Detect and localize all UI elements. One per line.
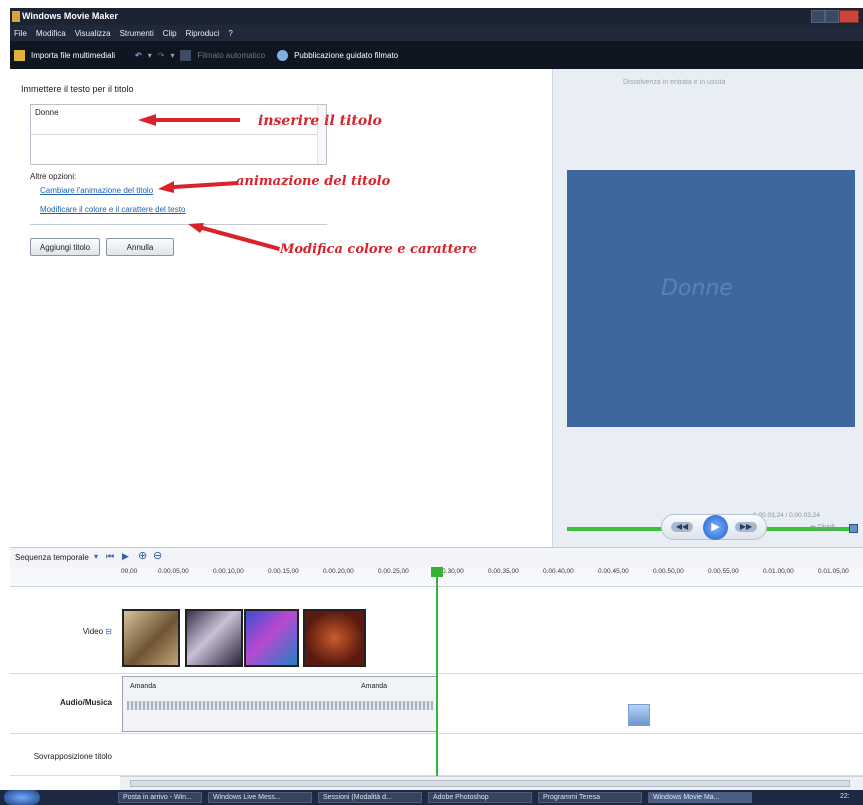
menu-clip[interactable]: Clip — [163, 29, 177, 38]
menu-file[interactable]: File — [14, 29, 27, 38]
taskbar-item-moviemaker[interactable]: Windows Movie Ma... — [648, 792, 752, 803]
scrollbar-thumb[interactable] — [130, 780, 850, 787]
close-button[interactable] — [839, 10, 859, 23]
ruler-tick: 0.00.20,00 — [323, 568, 354, 575]
menu-bar: File Modifica Visualizza Strumenti Clip … — [10, 25, 863, 41]
view-dropdown-icon[interactable]: ▾ — [94, 552, 98, 561]
audio-track-label: Audio/Musica — [59, 698, 112, 707]
next-frame-button[interactable]: ▶▶ — [735, 522, 757, 532]
playhead-handle[interactable] — [431, 567, 443, 577]
video-clip-1[interactable] — [122, 609, 180, 667]
split-icon: ⇹ — [810, 524, 818, 531]
ruler-tick: 00,00 — [121, 568, 138, 575]
movie-maker-app-icon — [12, 11, 20, 22]
ruler-tick: 0.00.25,00 — [378, 568, 409, 575]
video-track-label: Video ⊟ — [82, 627, 112, 636]
playback-controls: ◀◀ ▶ ▶▶ — [661, 514, 767, 540]
publish-icon — [277, 49, 289, 61]
ruler-tick: 0.00.50,00 — [653, 568, 684, 575]
preview-title-text: Donne — [661, 276, 733, 301]
taskbar-item-sessions[interactable]: Sessioni (Modalità d... — [318, 792, 422, 803]
menu-riproduci[interactable]: Riproduci — [186, 29, 220, 38]
annotation-color-font: Modifica colore e carattere — [280, 242, 478, 257]
zoom-in-icon[interactable]: ⊕ — [138, 549, 147, 562]
video-clip-2[interactable] — [185, 609, 243, 667]
redo-icon[interactable]: ↷ — [158, 51, 165, 60]
audio-clip[interactable]: Amanda Amanda — [122, 676, 438, 732]
arrow-to-animation-link — [158, 181, 238, 193]
window-title: Windows Movie Maker — [22, 11, 118, 21]
audio-clip-label-1: Amanda — [130, 683, 157, 690]
annotation-arrows — [138, 114, 280, 251]
ruler-tick: 0.00.15,00 — [268, 568, 299, 575]
zoom-out-icon[interactable]: ⊖ — [153, 549, 162, 562]
play-button[interactable]: ▶ — [703, 515, 728, 540]
arrow-to-title-field — [138, 114, 240, 126]
maximize-button[interactable] — [825, 10, 839, 23]
video-clip-3[interactable] — [244, 609, 299, 667]
drop-placeholder-icon — [628, 704, 650, 726]
automovie-icon — [180, 49, 192, 61]
timeline-toolbar: Sequenza temporale ▾ ⏮ ▶ ⊕ ⊖ — [10, 547, 863, 567]
playhead-line[interactable] — [436, 568, 438, 776]
toolbar: Importa file multimediali ↶ ▾ ↷ ▾ Filmat… — [10, 41, 863, 69]
window-controls — [811, 10, 859, 23]
annotation-title-animation: animazione del titolo — [236, 174, 391, 189]
window-title-bar: Windows Movie Maker — [10, 8, 863, 25]
ruler-tick: 0.00.55,00 — [708, 568, 739, 575]
ruler-tick: 0.01.05,00 — [818, 568, 849, 575]
undo-icon[interactable]: ↶ — [135, 51, 142, 60]
annotation-insert-title: inserire il titolo — [258, 113, 382, 129]
publish-movie-button[interactable]: Pubblicazione guidato filmato — [294, 51, 398, 60]
preview-panel: Dissolvenza in entrata e in uscita Donne… — [553, 69, 863, 547]
start-button[interactable] — [4, 790, 40, 805]
automovie-button[interactable]: Filmato automatico — [197, 51, 265, 60]
import-media-button[interactable]: Importa file multimediali — [31, 51, 115, 60]
ruler-tick: 0.00.45,00 — [598, 568, 629, 575]
ruler-tick: 0.00.05,00 — [158, 568, 189, 575]
taskbar-item-messenger[interactable]: Windows Live Mess... — [208, 792, 312, 803]
timeline-scrollbar[interactable] — [120, 776, 863, 790]
title-task-panel: Immettere il testo per il titolo Donne A… — [10, 69, 553, 547]
menu-help[interactable]: ? — [228, 29, 232, 38]
play-timeline-icon[interactable]: ▶ — [122, 551, 129, 562]
windows-taskbar: Posta in arrivo - Win... Windows Live Me… — [0, 790, 863, 805]
menu-modifica[interactable]: Modifica — [36, 29, 66, 38]
ruler-tick: 0.00.10,00 — [213, 568, 244, 575]
preview-screen: Donne — [567, 170, 855, 427]
ruler-tick: 0.01.00,00 — [763, 568, 794, 575]
import-icon — [14, 49, 25, 61]
arrow-to-color-link — [188, 223, 280, 251]
previous-frame-button[interactable]: ◀◀ — [671, 522, 693, 532]
taskbar-item-programmi[interactable]: Programmi Teresa — [538, 792, 642, 803]
expand-video-icon[interactable]: ⊟ — [105, 627, 112, 636]
audio-waveform — [127, 701, 433, 710]
undo-dropdown-icon[interactable]: ▾ — [148, 51, 152, 60]
ruler-tick: 0.00.35,00 — [488, 568, 519, 575]
video-clip-4[interactable] — [303, 609, 366, 667]
menu-strumenti[interactable]: Strumenti — [120, 29, 154, 38]
redo-dropdown-icon[interactable]: ▾ — [170, 51, 174, 60]
rewind-timeline-icon[interactable]: ⏮ — [106, 551, 114, 562]
taskbar-item-photoshop[interactable]: Adobe Photoshop — [428, 792, 532, 803]
timeline-view-label[interactable]: Sequenza temporale — [15, 553, 89, 562]
taskbar-item-mail[interactable]: Posta in arrivo - Win... — [118, 792, 202, 803]
title-overlay-track-label: Sovrapposizione titolo — [33, 752, 112, 761]
preview-header: Dissolvenza in entrata e in uscita — [623, 79, 726, 86]
audio-clip-label-2: Amanda — [361, 683, 388, 690]
menu-visualizza[interactable]: Visualizza — [75, 29, 111, 38]
split-button[interactable]: ⇹ Dividi — [810, 523, 835, 531]
system-clock: 22: — [840, 793, 850, 800]
ruler-tick: 0.00.40,00 — [543, 568, 574, 575]
seek-thumb[interactable] — [849, 524, 858, 533]
minimize-button[interactable] — [811, 10, 825, 23]
